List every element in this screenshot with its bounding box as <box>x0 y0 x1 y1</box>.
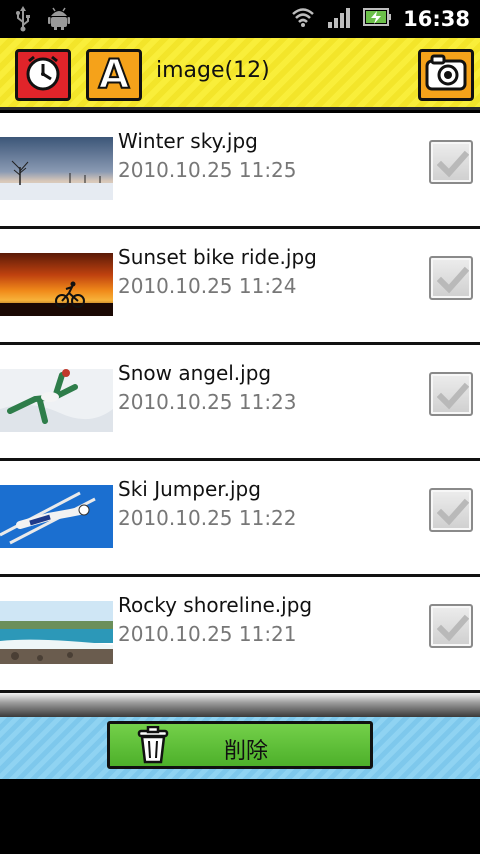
letter-a-label: A <box>98 52 131 98</box>
item-checkbox[interactable] <box>429 372 473 416</box>
item-checkbox[interactable] <box>429 488 473 532</box>
list-item[interactable]: Rocky shoreline.jpg 2010.10.25 11:21 <box>0 577 480 693</box>
status-bar: 16:38 <box>0 0 480 38</box>
check-icon <box>437 614 469 642</box>
clock-icon <box>23 53 63 97</box>
winter-sky-thumbnail <box>0 137 113 200</box>
sunset-bike-thumbnail <box>0 253 113 316</box>
list-item[interactable]: Winter sky.jpg 2010.10.25 11:25 <box>0 113 480 229</box>
item-title: Winter sky.jpg <box>118 129 258 153</box>
item-checkbox[interactable] <box>429 604 473 648</box>
check-icon <box>437 150 469 178</box>
clock-button[interactable] <box>15 49 71 101</box>
camera-icon <box>424 54 468 96</box>
app-header: A image(12) <box>0 38 480 110</box>
image-list: Winter sky.jpg 2010.10.25 11:25 Sunset b… <box>0 113 480 693</box>
item-title: Sunset bike ride.jpg <box>118 245 317 269</box>
item-date: 2010.10.25 11:24 <box>118 274 297 298</box>
letter-a-button[interactable]: A <box>86 49 142 101</box>
snow-angel-thumbnail <box>0 369 113 432</box>
check-icon <box>437 266 469 294</box>
item-date: 2010.10.25 11:25 <box>118 158 297 182</box>
item-title: Ski Jumper.jpg <box>118 477 261 501</box>
wifi-icon <box>291 6 315 32</box>
status-time: 16:38 <box>403 7 470 31</box>
check-icon <box>437 498 469 526</box>
ski-jumper-thumbnail <box>0 485 113 548</box>
page-title: image(12) <box>156 58 270 83</box>
item-title: Rocky shoreline.jpg <box>118 593 313 617</box>
battery-charging-icon <box>363 7 392 31</box>
rocky-shoreline-thumbnail <box>0 601 113 664</box>
signal-icon <box>327 6 351 32</box>
usb-icon <box>16 6 30 36</box>
list-item[interactable]: Sunset bike ride.jpg 2010.10.25 11:24 <box>0 229 480 345</box>
item-checkbox[interactable] <box>429 256 473 300</box>
camera-button[interactable] <box>418 49 474 101</box>
list-item[interactable]: Snow angel.jpg 2010.10.25 11:23 <box>0 345 480 461</box>
list-item[interactable]: Ski Jumper.jpg 2010.10.25 11:22 <box>0 461 480 577</box>
delete-button[interactable]: 削除 <box>107 721 373 769</box>
delete-button-label: 削除 <box>223 739 268 764</box>
item-date: 2010.10.25 11:23 <box>118 390 297 414</box>
item-date: 2010.10.25 11:22 <box>118 506 297 530</box>
android-icon <box>48 6 70 36</box>
list-divider <box>0 693 480 717</box>
item-checkbox[interactable] <box>429 140 473 184</box>
item-date: 2010.10.25 11:21 <box>118 622 297 646</box>
check-icon <box>437 382 469 410</box>
footer-bar: 削除 <box>0 717 480 779</box>
item-title: Snow angel.jpg <box>118 361 272 385</box>
